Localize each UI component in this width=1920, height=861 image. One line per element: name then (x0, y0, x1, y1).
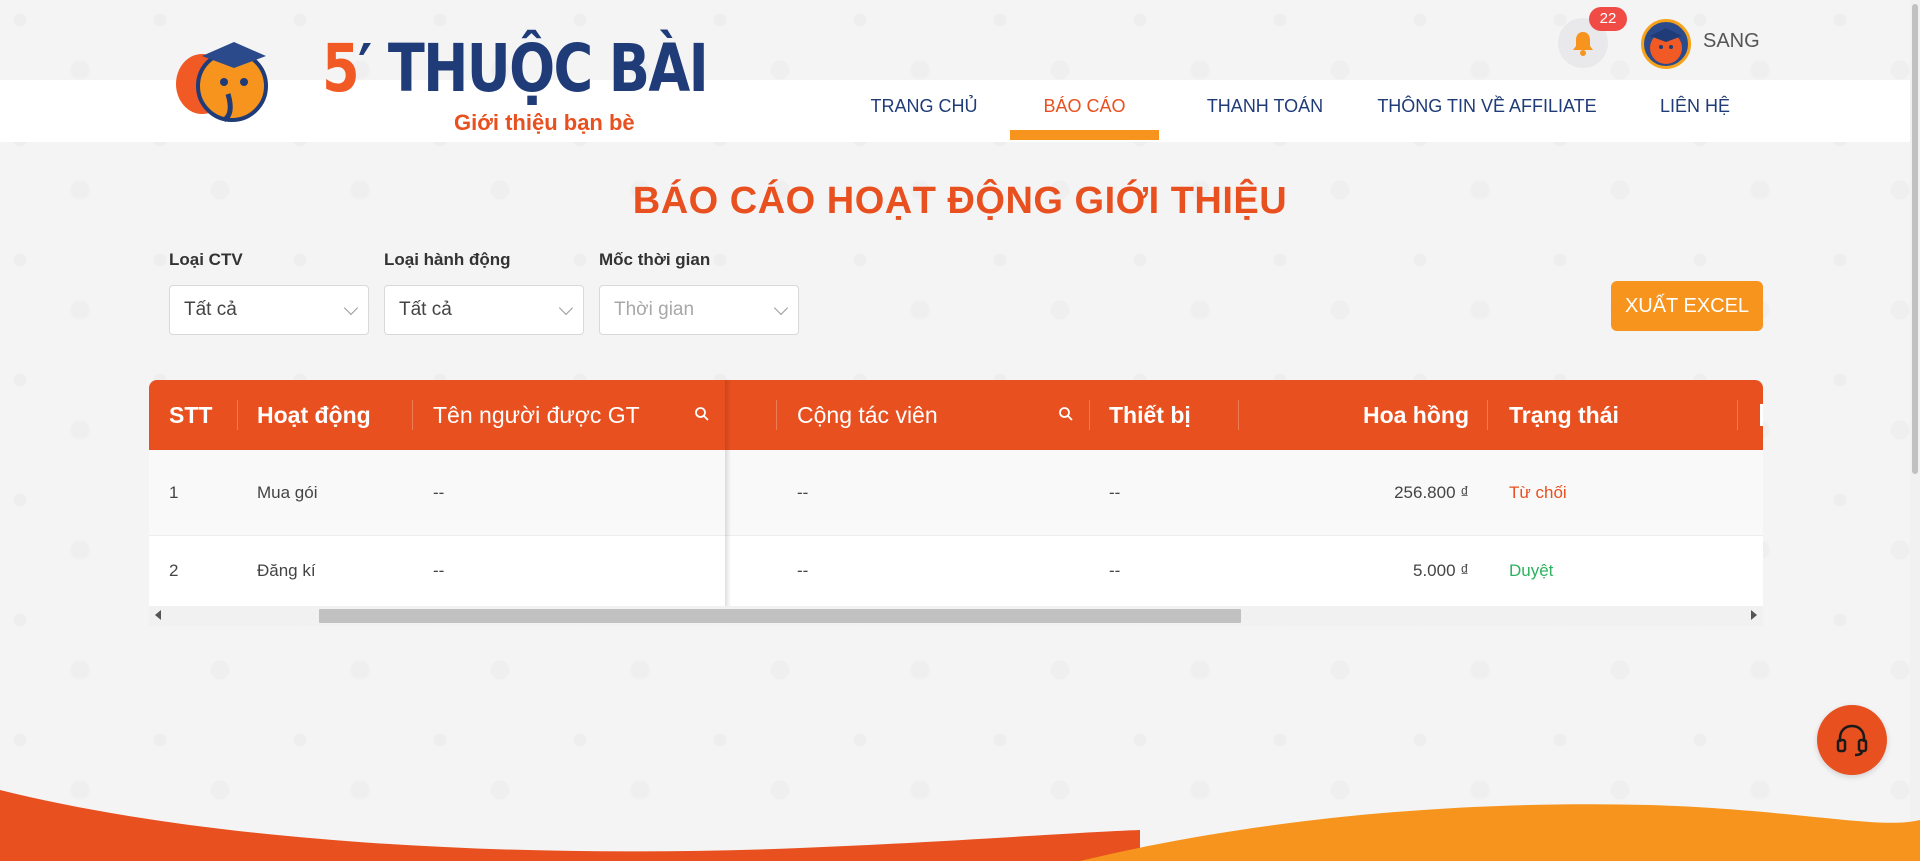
page-scrollbar-thumb[interactable] (1912, 4, 1918, 474)
support-chat-button[interactable] (1817, 705, 1887, 775)
cell-status: Duyệt (1509, 561, 1554, 580)
notification-badge: 22 (1589, 7, 1627, 31)
column-header-device[interactable]: Thiết bị (1109, 380, 1191, 450)
cell-referee: -- (433, 561, 445, 580)
bell-icon (1573, 32, 1593, 56)
cell-ctv: -- (797, 483, 809, 502)
chevron-down-icon (558, 300, 574, 316)
nav-active-indicator (1010, 130, 1159, 140)
cell-commission: 256.800 ₫ (1394, 483, 1469, 502)
table-horizontal-scrollbar[interactable] (149, 606, 1763, 626)
column-divider (1238, 400, 1239, 430)
filter-label-time: Mốc thời gian (599, 250, 711, 269)
filter-action-type-select[interactable]: Tất cả (384, 285, 584, 335)
column-divider (1089, 400, 1090, 430)
nav-item-payment[interactable]: THANH TOÁN (1185, 80, 1345, 142)
filter-time-select[interactable]: Thời gian (599, 285, 799, 335)
cell-status: Từ chối (1509, 483, 1567, 502)
avatar[interactable] (1641, 19, 1691, 69)
report-table: STT Hoạt động Tên người được GT Cộng tác… (149, 380, 1763, 626)
cell-stt: 2 (169, 561, 179, 580)
scroll-right-arrow-icon[interactable] (1751, 610, 1757, 620)
column-header-activity[interactable]: Hoạt động (257, 380, 371, 450)
chevron-down-icon (343, 300, 359, 316)
column-divider (237, 400, 238, 430)
filter-time-placeholder: Thời gian (614, 299, 695, 320)
nav-item-affiliate-info[interactable]: THÔNG TIN VỀ AFFILIATE (1370, 80, 1604, 142)
column-header-ctv[interactable]: Cộng tác viên (797, 380, 938, 450)
cell-activity: Mua gói (257, 483, 318, 502)
scroll-left-arrow-icon[interactable] (155, 610, 161, 620)
column-divider (1487, 400, 1488, 430)
column-header-referee[interactable]: Tên người được GT (433, 380, 640, 450)
column-divider (412, 400, 413, 430)
filter-action-type-value: Tất cả (399, 299, 452, 320)
page-vertical-scrollbar[interactable] (1910, 0, 1920, 861)
cell-device: -- (1109, 483, 1121, 502)
filter-label-action-type: Loại hành động (384, 250, 511, 269)
column-header-commission[interactable]: Hoa hồng (1249, 380, 1469, 450)
footer-wave (0, 790, 1920, 861)
column-header-stt[interactable]: STT (169, 380, 212, 450)
cell-referee: -- (433, 483, 445, 502)
user-name[interactable]: SANG (1703, 30, 1760, 53)
filter-ctv-type-select[interactable]: Tất cả (169, 285, 369, 335)
column-header-truncated (1760, 404, 1763, 426)
cell-device: -- (1109, 561, 1121, 580)
cell-ctv: -- (797, 561, 809, 580)
column-header-status[interactable]: Trạng thái (1509, 380, 1619, 450)
table-row[interactable]: 2 Đăng kí -- -- -- 5.000 ₫ Duyệt (149, 536, 1763, 613)
page-title: BÁO CÁO HOẠT ĐỘNG GIỚI THIỆU (632, 180, 1288, 222)
cell-activity: Đăng kí (257, 561, 316, 580)
filter-label-ctv-type: Loại CTV (169, 250, 243, 269)
search-icon[interactable] (1058, 406, 1074, 422)
nav-item-contact[interactable]: LIÊN HỆ (1630, 80, 1760, 142)
export-excel-button[interactable]: XUẤT EXCEL (1611, 281, 1763, 331)
nav-item-home[interactable]: TRANG CHỦ (862, 80, 986, 142)
main-nav: TRANG CHỦ BÁO CÁO THANH TOÁN THÔNG TIN V… (0, 80, 1920, 142)
fixed-column-shadow (725, 380, 731, 606)
table-row[interactable]: 1 Mua gói -- -- -- 256.800 ₫ Từ chối (149, 450, 1763, 536)
chevron-down-icon (773, 300, 789, 316)
search-icon[interactable] (694, 406, 710, 422)
scrollbar-thumb[interactable] (319, 609, 1241, 623)
cell-stt: 1 (169, 483, 179, 502)
column-divider (1737, 400, 1738, 430)
table-header: STT Hoạt động Tên người được GT Cộng tác… (149, 380, 1763, 450)
cell-commission: 5.000 ₫ (1413, 561, 1469, 580)
headset-icon (1836, 724, 1868, 757)
filter-ctv-type-value: Tất cả (184, 299, 237, 320)
column-divider (776, 400, 777, 430)
